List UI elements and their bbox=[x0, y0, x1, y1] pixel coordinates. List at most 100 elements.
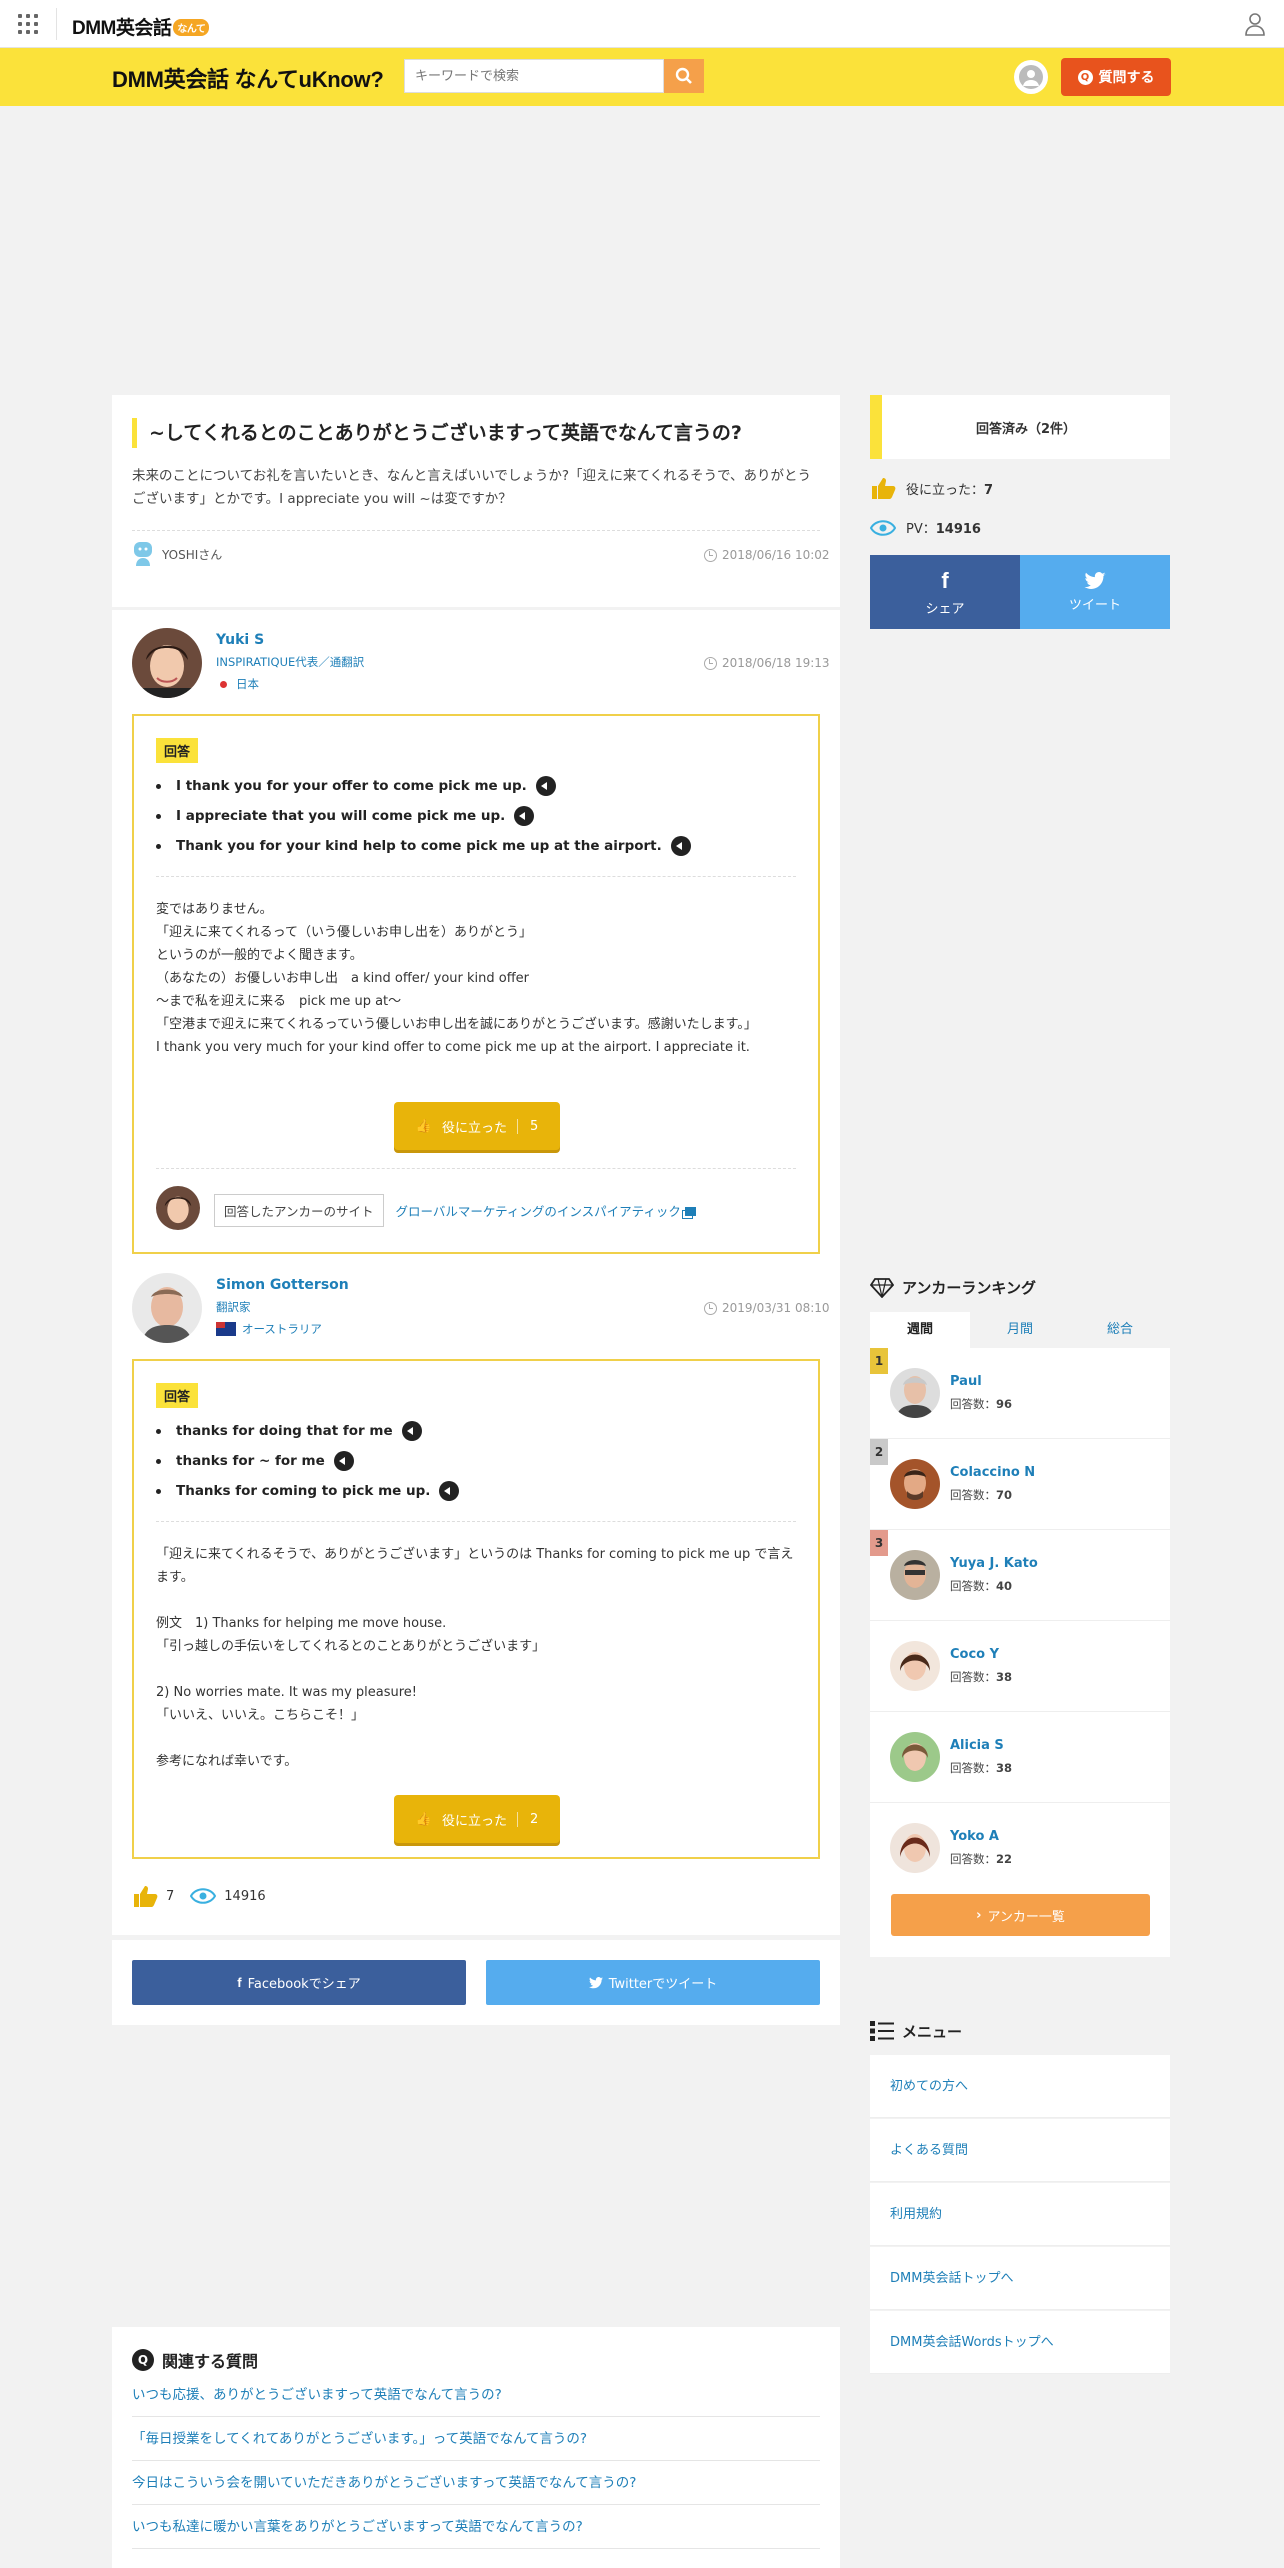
tab-monthly[interactable]: 月間 bbox=[970, 1312, 1070, 1348]
divider bbox=[156, 876, 796, 877]
stats-row: 7 14916 bbox=[132, 1884, 266, 1908]
anchor-photo bbox=[890, 1641, 940, 1691]
facebook-share-side[interactable]: f シェア bbox=[870, 555, 1020, 629]
twitter-icon bbox=[588, 1976, 603, 1988]
related-question-link[interactable]: いつも私達に暖かい言葉をありがとうございますって英語でなんて言うの? bbox=[132, 2505, 820, 2549]
rank-number bbox=[870, 1621, 888, 1647]
helpful-stat: 役に立った：7 bbox=[870, 476, 993, 500]
global-topbar: DMM英会話 なんて bbox=[0, 0, 1284, 48]
diamond-icon bbox=[870, 1277, 894, 1298]
answered-status: 回答済み（2件） bbox=[870, 395, 1170, 459]
asker[interactable]: YOSHIさん bbox=[132, 541, 222, 567]
tab-weekly[interactable]: 週間 bbox=[870, 1312, 970, 1348]
speaker-icon[interactable] bbox=[439, 1481, 460, 1501]
clock-icon bbox=[704, 1301, 717, 1315]
anchor-photo-small[interactable] bbox=[156, 1186, 200, 1230]
logo-badge: なんて bbox=[173, 19, 210, 36]
thumbs-up-icon bbox=[134, 1886, 158, 1907]
speaker-icon[interactable] bbox=[670, 836, 691, 856]
answer-phrase: thanks for doing that for me bbox=[156, 1421, 422, 1441]
anchor-photo[interactable] bbox=[132, 1273, 202, 1343]
speaker-icon[interactable] bbox=[401, 1421, 422, 1441]
list-icon bbox=[870, 2021, 894, 2041]
anchor-site-label: 回答したアンカーのサイト bbox=[214, 1194, 384, 1227]
views-count: 14916 bbox=[224, 1888, 266, 1904]
anchor-name[interactable]: Simon Gotterson bbox=[216, 1277, 349, 1293]
account-avatar[interactable] bbox=[1014, 60, 1048, 94]
divider bbox=[132, 530, 820, 531]
dmm-logo[interactable]: DMM英会話 なんて bbox=[72, 13, 210, 40]
thumbs-up-icon: 👍 bbox=[415, 1118, 432, 1134]
related-question-link[interactable]: 今日はこういう会を開いていただきありがとうございますって英語でなんて言うの? bbox=[132, 2461, 820, 2505]
related-question-link[interactable]: いつも応援、ありがとうございますって英語でなんて言うの? bbox=[132, 2373, 820, 2417]
anchor-role: 翻訳家 bbox=[216, 1300, 251, 1314]
ranking-item[interactable]: Yoko A 回答数：22 bbox=[870, 1803, 1170, 1894]
search-button[interactable] bbox=[664, 59, 704, 93]
chevron-right-icon: › bbox=[976, 1907, 982, 1923]
ranking-item[interactable]: 3 Yuya J. Kato 回答数：40 bbox=[870, 1530, 1170, 1621]
menu-item-faq[interactable]: よくある質問 bbox=[870, 2119, 1170, 2182]
ask-button-label: 質問する bbox=[1098, 70, 1155, 86]
facebook-share-button[interactable]: f Facebookでシェア bbox=[132, 1960, 466, 2005]
clock-icon bbox=[704, 548, 717, 562]
divider bbox=[156, 1521, 796, 1522]
anchor-site-link[interactable]: グローバルマーケティングのインスパイアティック bbox=[396, 1201, 696, 1220]
ranking-item[interactable]: Coco Y 回答数：38 bbox=[870, 1621, 1170, 1712]
tab-total[interactable]: 総合 bbox=[1070, 1312, 1170, 1348]
q-icon: Q bbox=[1077, 69, 1093, 85]
asker-icon bbox=[134, 542, 152, 566]
search-input[interactable] bbox=[404, 59, 664, 93]
menu-item-terms[interactable]: 利用規約 bbox=[870, 2183, 1170, 2246]
anchor-name[interactable]: Yuki S bbox=[216, 632, 264, 648]
search-icon bbox=[675, 67, 692, 84]
answer-count: 回答数：22 bbox=[950, 1852, 1013, 1866]
rank-number: 3 bbox=[870, 1530, 888, 1556]
helpful-button[interactable]: 👍 役に立った 5 bbox=[394, 1102, 560, 1150]
anchor-photo[interactable] bbox=[132, 628, 202, 698]
eye-icon bbox=[870, 519, 896, 536]
twitter-share-button[interactable]: Twitterでツイート bbox=[486, 1960, 820, 2005]
twitter-share-side[interactable]: ツイート bbox=[1020, 555, 1170, 629]
speaker-icon[interactable] bbox=[535, 776, 556, 796]
facebook-icon: f bbox=[237, 1975, 242, 1990]
answer-box: 回答 thanks for doing that for me thanks f… bbox=[132, 1359, 820, 1859]
related-title: Q 関連する質問 bbox=[132, 2348, 258, 2372]
related-question-link[interactable]: 「毎日授業をしてくれてありがとうございます。」って英語でなんて言うの? bbox=[132, 2417, 820, 2461]
ask-question-button[interactable]: Q 質問する bbox=[1061, 58, 1171, 96]
rank-number: 1 bbox=[870, 1348, 888, 1374]
ranking-item[interactable]: 1 Paul 回答数：96 bbox=[870, 1348, 1170, 1439]
anchor-name: Yuya J. Kato bbox=[950, 1556, 1038, 1571]
question-date: 2018/06/16 10:02 bbox=[704, 548, 830, 562]
answer-count: 回答数：38 bbox=[950, 1761, 1013, 1775]
answer-phrase: thanks for ~ for me bbox=[156, 1451, 354, 1471]
menu-item-beginners[interactable]: 初めての方へ bbox=[870, 2055, 1170, 2118]
answer-box: 回答 I thank you for your offer to come pi… bbox=[132, 714, 820, 1254]
ranking-item[interactable]: 2 Colaccino N 回答数：70 bbox=[870, 1439, 1170, 1530]
twitter-icon bbox=[1084, 571, 1106, 589]
menu-item-words-top[interactable]: DMM英会話Wordsトップへ bbox=[870, 2311, 1170, 2374]
question-title: ~してくれるとのことありがとうございますって英語でなんて言うの? bbox=[132, 418, 742, 448]
anchor-country: オーストラリア bbox=[216, 1321, 322, 1337]
ranking-tabs: 週間 月間 総合 bbox=[870, 1312, 1170, 1348]
ranking-item[interactable]: Alicia S 回答数：38 bbox=[870, 1712, 1170, 1803]
external-link-icon bbox=[684, 1207, 696, 1216]
thumbs-up-icon bbox=[872, 478, 896, 499]
helpful-button[interactable]: 👍 役に立った 2 bbox=[394, 1795, 560, 1843]
user-icon[interactable] bbox=[1244, 12, 1266, 36]
apps-grid-icon[interactable] bbox=[18, 14, 38, 34]
anchor-role: INSPIRATIQUE代表／通翻訳 bbox=[216, 655, 365, 669]
menu-item-dmm-top[interactable]: DMM英会話トップへ bbox=[870, 2247, 1170, 2310]
answer-tag: 回答 bbox=[156, 738, 199, 763]
divider bbox=[156, 1168, 796, 1169]
anchor-list-button[interactable]: › アンカー一覧 bbox=[891, 1894, 1150, 1936]
answer-explanation: 「迎えに来てくれるそうで、ありがとうございます」というのは Thanks for… bbox=[156, 1547, 794, 1769]
anchor-name: Paul bbox=[950, 1374, 982, 1389]
facebook-icon: f bbox=[941, 567, 949, 593]
speaker-icon[interactable] bbox=[514, 806, 535, 826]
speaker-icon[interactable] bbox=[333, 1451, 354, 1471]
anchor-name: Colaccino N bbox=[950, 1465, 1036, 1480]
answer-tag: 回答 bbox=[156, 1383, 199, 1408]
anchor-name: Alicia S bbox=[950, 1738, 1004, 1753]
answer-phrase: Thanks for coming to pick me up. bbox=[156, 1481, 460, 1501]
site-title[interactable]: DMM英会話 なんてuKnow? bbox=[112, 62, 384, 94]
